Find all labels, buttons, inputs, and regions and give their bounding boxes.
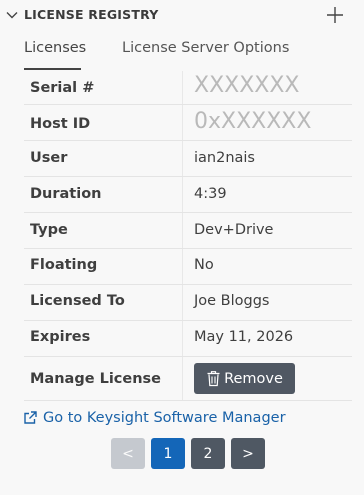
row-manage-license: Manage License Remove — [24, 357, 352, 401]
row-divider — [182, 213, 183, 248]
row-divider — [182, 321, 183, 356]
duration-label: Duration — [30, 186, 102, 202]
plus-icon[interactable] — [326, 6, 344, 24]
chevron-down-icon[interactable] — [6, 9, 18, 21]
panel-title: LICENSE REGISTRY — [24, 7, 159, 22]
row-host-id: Host ID — [24, 105, 352, 141]
row-floating: Floating No — [24, 249, 352, 285]
keysight-software-manager-link[interactable]: Go to Keysight Software Manager — [23, 410, 286, 426]
previous-page-button[interactable]: < — [111, 438, 145, 469]
user-value: ian2nais — [194, 150, 255, 166]
row-type: Type Dev+Drive — [24, 213, 352, 249]
link-label: Go to Keysight Software Manager — [43, 410, 286, 426]
type-value: Dev+Drive — [194, 222, 274, 238]
serial-input[interactable] — [194, 73, 344, 98]
page-1-button[interactable]: 1 — [151, 438, 185, 469]
remove-button-label: Remove — [224, 370, 283, 387]
active-tab-indicator — [24, 68, 81, 70]
page-2-button[interactable]: 2 — [191, 438, 225, 469]
floating-value: No — [194, 257, 214, 273]
row-divider — [182, 71, 183, 104]
trash-icon — [207, 371, 220, 387]
duration-value: 4:39 — [194, 186, 227, 202]
manage-license-label: Manage License — [30, 371, 162, 387]
licensed-to-value: Joe Bloggs — [194, 293, 270, 309]
tab-bar: Licenses License Server Options — [0, 38, 364, 70]
serial-label: Serial # — [30, 80, 95, 96]
licensed-to-label: Licensed To — [30, 293, 125, 309]
user-label: User — [30, 150, 68, 166]
row-licensed-to: Licensed To Joe Bloggs — [24, 285, 352, 321]
row-serial: Serial # — [24, 71, 352, 105]
panel-header[interactable]: LICENSE REGISTRY — [0, 0, 364, 30]
row-duration: Duration 4:39 — [24, 177, 352, 213]
row-divider — [182, 285, 183, 320]
type-label: Type — [30, 222, 68, 238]
expires-label: Expires — [30, 329, 91, 345]
next-page-button[interactable]: > — [231, 438, 265, 469]
host-id-label: Host ID — [30, 116, 91, 132]
tab-licenses[interactable]: Licenses — [24, 40, 86, 56]
remove-license-button[interactable]: Remove — [194, 363, 295, 394]
tab-license-server-options[interactable]: License Server Options — [122, 40, 289, 56]
floating-label: Floating — [30, 257, 98, 273]
expires-value: May 11, 2026 — [194, 329, 294, 345]
host-id-input[interactable] — [194, 109, 344, 134]
row-divider — [182, 141, 183, 176]
row-divider — [182, 177, 183, 212]
row-divider — [182, 357, 183, 400]
row-user: User ian2nais — [24, 141, 352, 177]
row-divider — [182, 105, 183, 140]
external-link-icon — [24, 411, 37, 424]
row-expires: Expires May 11, 2026 — [24, 321, 352, 357]
row-divider — [182, 249, 183, 284]
